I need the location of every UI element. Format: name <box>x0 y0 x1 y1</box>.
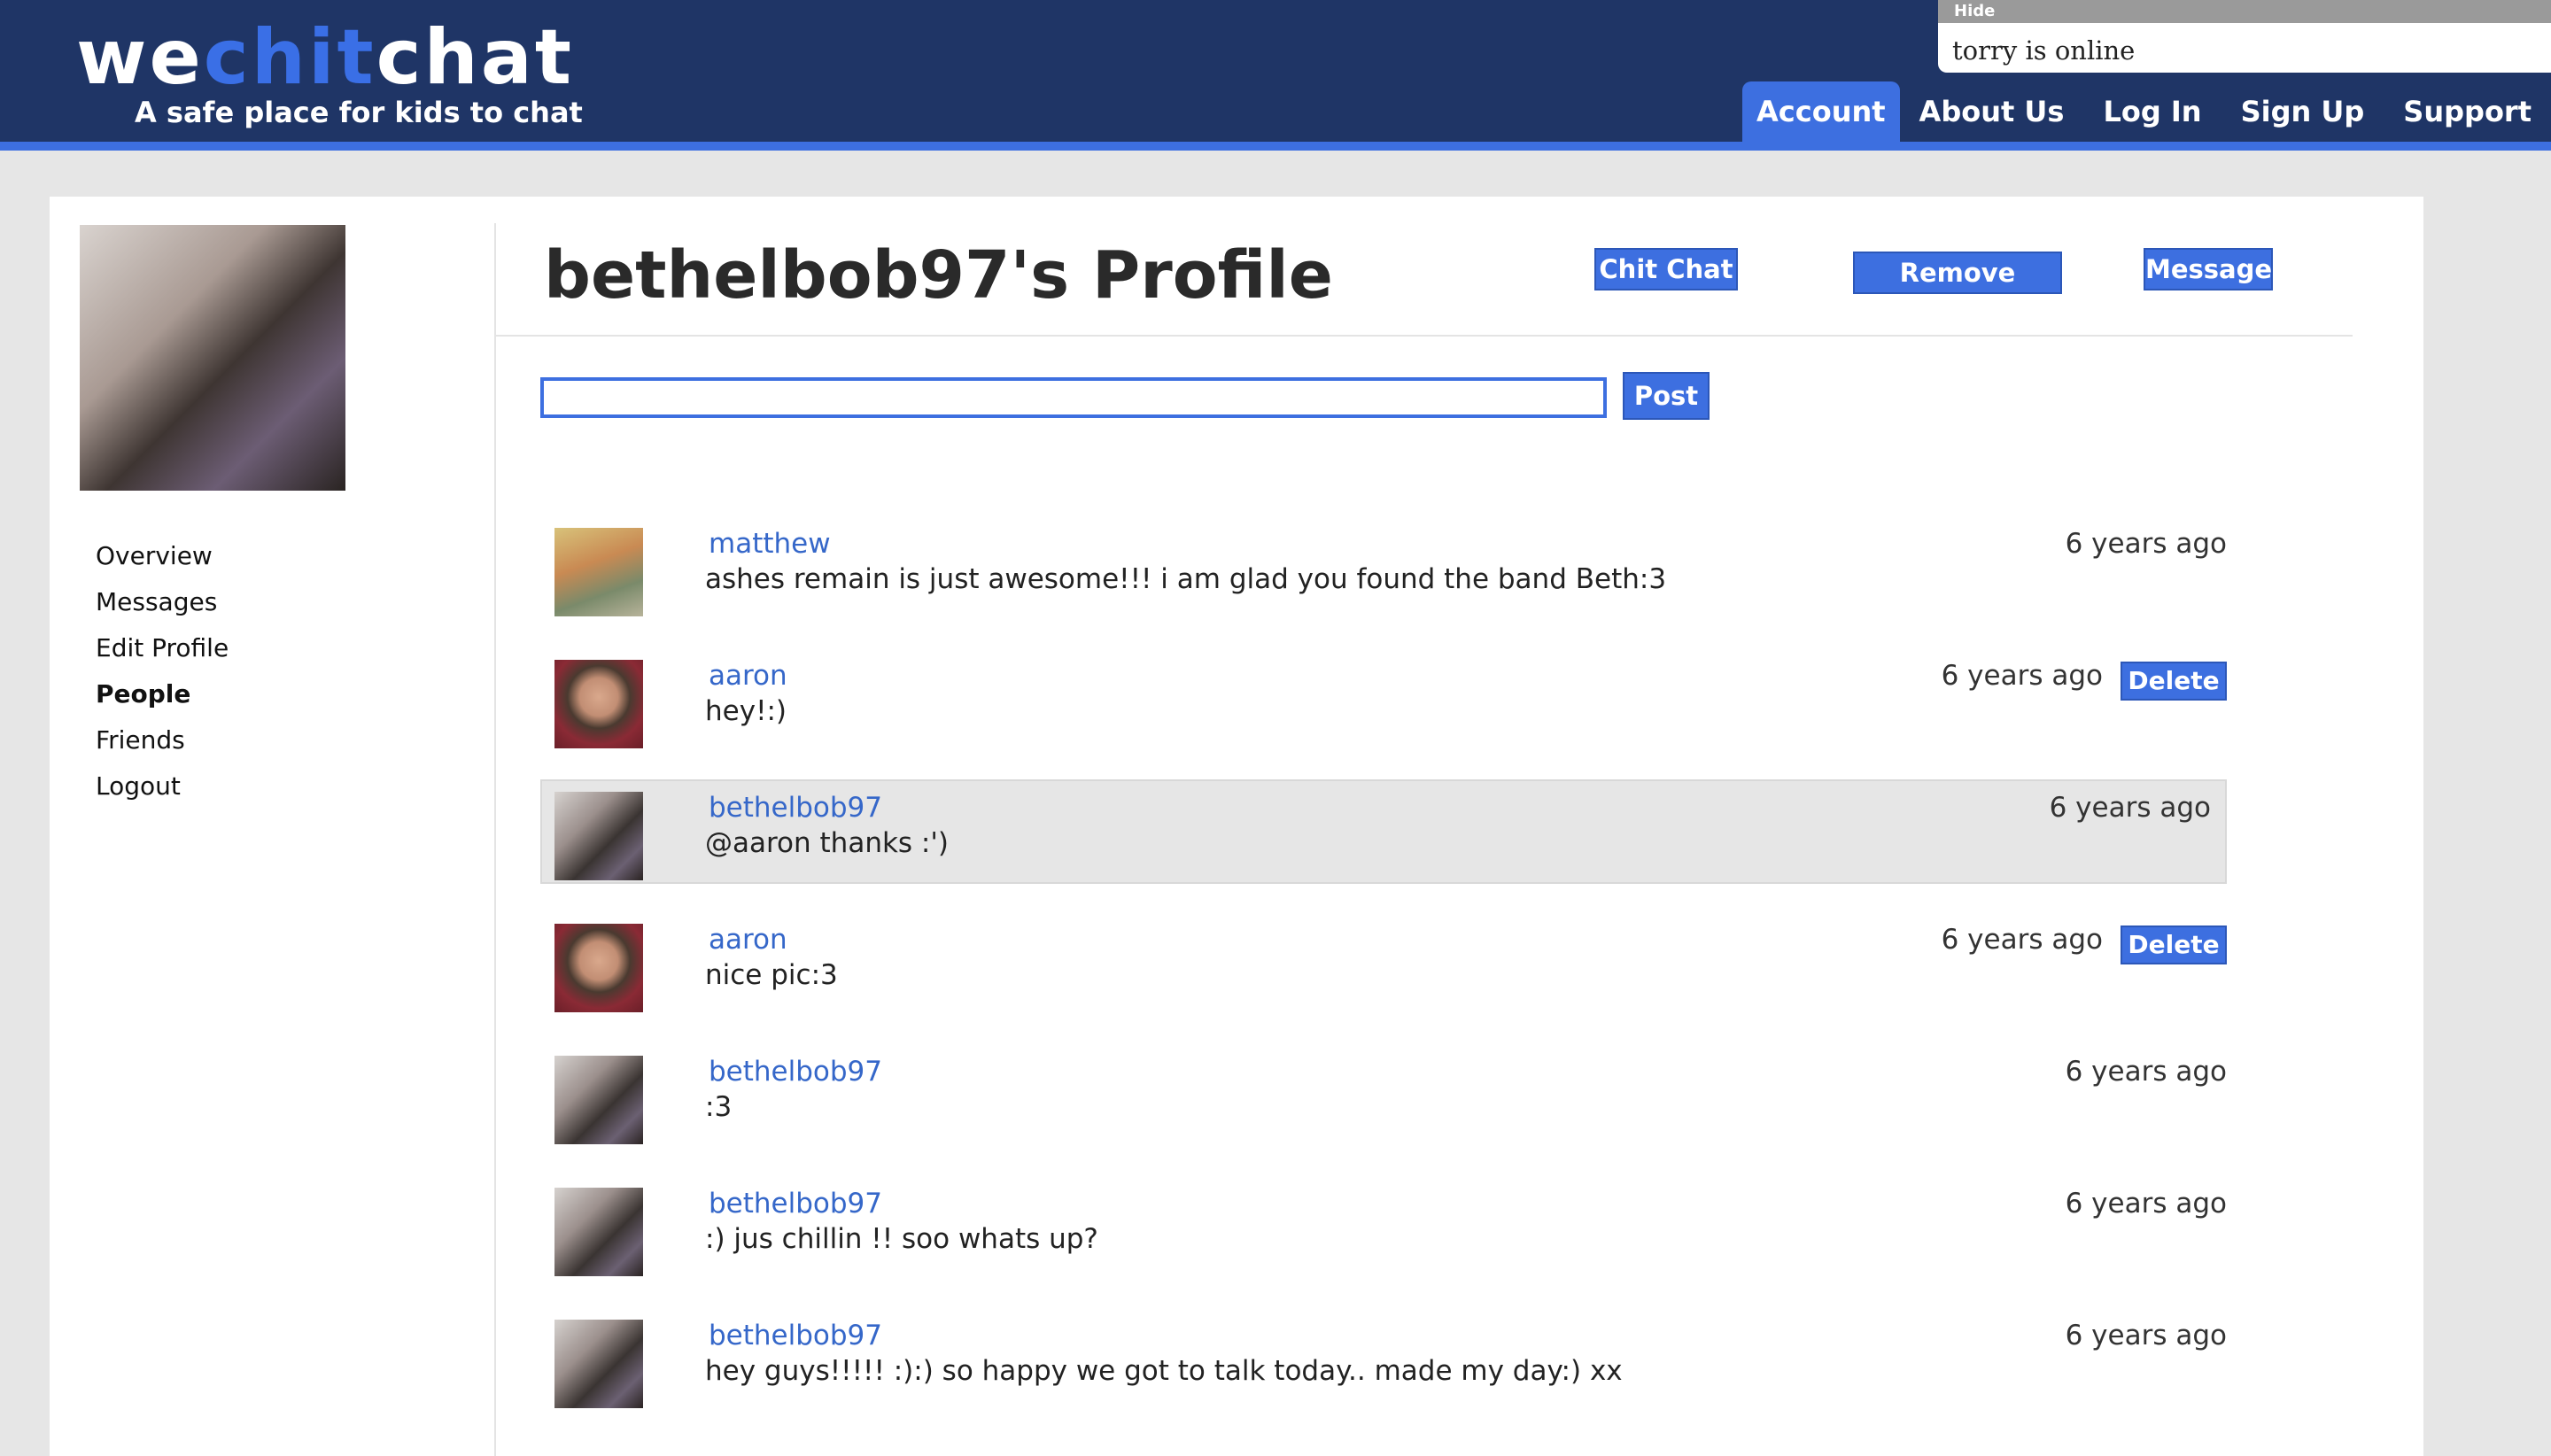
nav-sign-up[interactable]: Sign Up <box>2221 81 2384 142</box>
logo-text-we: we <box>76 13 204 102</box>
post-timestamp: 6 years ago <box>1941 924 2103 956</box>
post-avatar[interactable] <box>554 924 643 1012</box>
nav-log-in[interactable]: Log In <box>2083 81 2221 142</box>
online-status-text: torry is online <box>1952 35 2136 66</box>
feed-post: matthew ashes remain is just awesome!!! … <box>540 515 2227 620</box>
remove-friend-button[interactable]: Remove Friend <box>1853 252 2062 327</box>
sidebar-item-edit-profile[interactable]: Edit Profile <box>96 625 229 671</box>
post-author-link[interactable]: bethelbob97 <box>709 792 882 824</box>
delete-post-button[interactable]: Delete <box>2121 925 2227 964</box>
delete-post-button[interactable]: Delete <box>2121 662 2227 701</box>
post-text: :3 <box>705 1091 733 1123</box>
main-nav: Account About Us Log In Sign Up Support <box>1742 81 2551 142</box>
feed-post-highlighted: bethelbob97 @aaron thanks :') 6 years ag… <box>540 779 2227 884</box>
post-text: @aaron thanks :') <box>705 827 949 859</box>
post-text: nice pic:3 <box>705 959 838 991</box>
post-avatar[interactable] <box>554 1056 643 1144</box>
feed-post: aaron nice pic:3 6 years ago Delete <box>540 911 2227 1016</box>
site-tagline: A safe place for kids to chat <box>135 96 583 129</box>
vertical-divider <box>494 223 496 1456</box>
post-text: ashes remain is just awesome!!! i am gla… <box>705 563 1667 595</box>
nav-account[interactable]: Account <box>1742 81 1900 142</box>
post-timestamp: 6 years ago <box>1941 660 2103 692</box>
sidebar-item-messages[interactable]: Messages <box>96 579 229 625</box>
sidebar-item-friends[interactable]: Friends <box>96 717 229 763</box>
post-avatar[interactable] <box>554 660 643 748</box>
feed-post: bethelbob97 :3 6 years ago <box>540 1043 2227 1148</box>
nav-support[interactable]: Support <box>2384 81 2551 142</box>
feed-post: aaron hey!:) 6 years ago Delete <box>540 647 2227 752</box>
horizontal-divider <box>496 335 2353 337</box>
page-title: bethelbob97's Profile <box>544 237 1333 314</box>
online-status-widget: Hide torry is online <box>1938 0 2551 73</box>
header-stripe <box>0 142 2551 151</box>
post-text: hey guys!!!!! :):) so happy we got to ta… <box>705 1355 1623 1387</box>
post-avatar[interactable] <box>554 528 643 616</box>
post-input[interactable] <box>540 377 1607 418</box>
post-timestamp: 6 years ago <box>2065 1188 2227 1220</box>
post-author-link[interactable]: bethelbob97 <box>709 1188 882 1220</box>
message-button[interactable]: Message <box>2144 248 2273 290</box>
post-text: hey!:) <box>705 695 787 727</box>
post-timestamp: 6 years ago <box>2065 528 2227 560</box>
post-author-link[interactable]: aaron <box>709 924 787 956</box>
post-avatar[interactable] <box>554 1188 643 1276</box>
chit-chat-button[interactable]: Chit Chat <box>1594 248 1738 290</box>
feed-post: bethelbob97 :) jus chillin !! soo whats … <box>540 1175 2227 1280</box>
logo-text-chit: chit <box>203 13 376 102</box>
post-avatar[interactable] <box>554 1320 643 1408</box>
post-author-link[interactable]: bethelbob97 <box>709 1056 882 1088</box>
main-panel: Overview Messages Edit Profile People Fr… <box>50 197 2423 1456</box>
sidebar-item-people[interactable]: People <box>96 671 229 717</box>
post-avatar[interactable] <box>554 792 643 880</box>
nav-about-us[interactable]: About Us <box>1900 81 2084 142</box>
site-header: wechitchat A safe place for kids to chat… <box>0 0 2551 142</box>
post-timestamp: 6 years ago <box>2065 1320 2227 1351</box>
post-author-link[interactable]: aaron <box>709 660 787 692</box>
post-timestamp: 6 years ago <box>2065 1056 2227 1088</box>
hide-online-button[interactable]: Hide <box>1938 0 2551 23</box>
site-logo[interactable]: wechitchat <box>76 19 574 96</box>
post-author-link[interactable]: bethelbob97 <box>709 1320 882 1351</box>
feed-post: bethelbob97 hey guys!!!!! :):) so happy … <box>540 1307 2227 1412</box>
message-feed: matthew ashes remain is just awesome!!! … <box>540 515 2227 1439</box>
sidebar-item-logout[interactable]: Logout <box>96 763 229 809</box>
profile-avatar <box>80 225 345 491</box>
logo-text-chat: chat <box>376 13 574 102</box>
sidebar-menu: Overview Messages Edit Profile People Fr… <box>96 533 229 809</box>
post-text: :) jus chillin !! soo whats up? <box>705 1223 1098 1255</box>
post-author-link[interactable]: matthew <box>709 528 831 560</box>
post-button[interactable]: Post <box>1623 372 1710 420</box>
sidebar-item-overview[interactable]: Overview <box>96 533 229 579</box>
post-timestamp: 6 years ago <box>2049 792 2211 824</box>
